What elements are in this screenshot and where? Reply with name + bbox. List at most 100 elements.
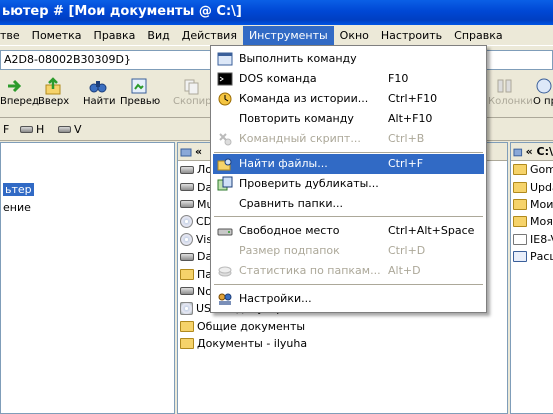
copy-button[interactable]: Скопир.	[173, 77, 215, 115]
drive-icon	[180, 148, 192, 156]
copy-label: Скопир.	[173, 96, 215, 107]
free-space-icon	[217, 228, 233, 236]
dos-prompt-icon	[217, 72, 233, 86]
menu-item-label: Выполнить команду	[239, 52, 357, 65]
right-file-panel[interactable]: « C:\ Gom Upda Мои Моя IE8-V Расш	[510, 142, 553, 414]
hard-disk-icon	[180, 252, 194, 261]
list-item[interactable]: IE8-V	[511, 231, 553, 248]
drive-button[interactable]: V	[58, 123, 82, 136]
forward-label: Вперед	[0, 96, 39, 107]
menu-mark[interactable]: Пометка	[26, 26, 88, 45]
duplicates-icon	[217, 176, 233, 191]
up-arrow-icon	[45, 77, 61, 95]
list-item-label: Upda	[530, 180, 553, 194]
find-button[interactable]: Найти	[83, 77, 115, 115]
folder-icon	[513, 181, 527, 193]
list-item[interactable]: Документы - ilyuha	[178, 335, 507, 352]
drive-letter: V	[74, 123, 82, 136]
menu-item-shortcut: Ctrl+Alt+Space	[388, 224, 475, 237]
menu-window[interactable]: Окно	[334, 26, 375, 45]
menu-item-dos-command[interactable]: DOS команда F10	[213, 69, 484, 89]
menu-item-find-files[interactable]: Найти файлы... Ctrl+F	[213, 154, 484, 174]
menu-item-label: DOS команда	[239, 72, 317, 85]
tree-item[interactable]: ение	[1, 198, 174, 215]
usb-camera-icon	[180, 302, 193, 316]
list-item-label: Мои	[530, 197, 553, 211]
info-icon	[536, 78, 552, 94]
menu-file[interactable]: тве	[0, 26, 26, 45]
menu-item-free-space[interactable]: Свободное место Ctrl+Alt+Space	[213, 221, 484, 241]
menu-separator	[214, 152, 483, 153]
menu-actions[interactable]: Действия	[176, 26, 243, 45]
tree-item-label: ение	[3, 200, 31, 214]
menu-item-settings[interactable]: Настройки...	[213, 289, 484, 309]
stats-icon	[218, 266, 232, 277]
list-item-label: IE8-V	[530, 232, 553, 246]
list-item[interactable]: Upda	[511, 178, 553, 195]
list-item[interactable]: Мои	[511, 196, 553, 213]
list-item-label: Моя	[530, 215, 553, 229]
drive-letter: H	[36, 123, 45, 136]
window-title: ьютер # [Мои документы @ C:\]	[2, 4, 242, 19]
menu-item-label: Найти файлы...	[239, 157, 328, 170]
menu-item-subfolder-size[interactable]: Размер подпапок Ctrl+D	[213, 241, 484, 261]
cd-drive-icon	[180, 232, 193, 246]
history-icon	[218, 92, 232, 106]
drive-icon	[513, 148, 523, 156]
menu-item-shortcut: Ctrl+F	[388, 157, 424, 170]
hard-disk-icon	[180, 200, 194, 209]
menu-item-label: Сравнить папки...	[239, 197, 344, 210]
menu-item-folder-stats[interactable]: Статистика по папкам... Alt+D	[213, 261, 484, 281]
about-label: О пр	[533, 96, 553, 107]
menu-item-check-duplicates[interactable]: Проверить дубликаты...	[213, 174, 484, 194]
menu-view[interactable]: Вид	[141, 26, 175, 45]
run-command-icon	[217, 52, 233, 66]
menu-tools[interactable]: Инструменты	[242, 25, 334, 45]
drive-button[interactable]: F	[3, 123, 9, 136]
menu-help[interactable]: Справка	[448, 26, 508, 45]
preview-label: Превью	[120, 96, 161, 107]
menu-item-shortcut: Ctrl+B	[388, 132, 425, 145]
list-item[interactable]: Gom	[511, 161, 553, 178]
menu-item-label: Проверить дубликаты...	[239, 177, 379, 190]
list-item[interactable]: Общие документы	[178, 318, 507, 335]
hard-disk-icon	[180, 165, 194, 174]
settings-icon	[218, 293, 232, 305]
menu-item-label: Свободное место	[239, 224, 340, 237]
hard-disk-icon	[58, 126, 71, 133]
columns-button[interactable]: Колонки	[488, 77, 533, 115]
folder-icon	[513, 164, 527, 176]
up-button[interactable]: Вверх	[38, 77, 70, 115]
menu-item-shortcut: F10	[388, 72, 409, 85]
find-files-icon	[217, 158, 232, 171]
drive-button[interactable]: H	[20, 123, 44, 136]
tools-menu: Выполнить команду DOS команда F10 Команд…	[210, 45, 487, 313]
list-item[interactable]: Расш	[511, 248, 553, 265]
about-button[interactable]: О пр	[533, 77, 553, 115]
forward-button[interactable]: Вперед	[0, 77, 39, 115]
left-tree-panel[interactable]: ьтер ение	[0, 142, 175, 414]
network-drive-icon	[180, 287, 194, 296]
menu-item-shortcut: Alt+D	[388, 264, 421, 277]
menu-item-run-command[interactable]: Выполнить команду	[213, 49, 484, 69]
menu-item-compare-folders[interactable]: Сравнить папки...	[213, 194, 484, 214]
menu-item-shortcut: Alt+F10	[388, 112, 433, 125]
menu-item-shortcut: Ctrl+F10	[388, 92, 438, 105]
menu-item-repeat-command[interactable]: Повторить команду Alt+F10	[213, 109, 484, 129]
folder-icon	[180, 338, 194, 350]
panel-header: « C:\	[511, 143, 553, 161]
columns-label: Колонки	[488, 96, 533, 107]
cd-drive-icon	[180, 215, 193, 229]
preview-button[interactable]: Превью	[120, 77, 161, 115]
menu-edit[interactable]: Правка	[88, 26, 142, 45]
binoculars-icon	[89, 81, 107, 93]
hard-disk-icon	[20, 126, 33, 133]
menu-item-command-script[interactable]: Командный скрипт... Ctrl+B	[213, 129, 484, 149]
script-icon	[219, 133, 232, 146]
menu-item-command-history[interactable]: Команда из истории... Ctrl+F10	[213, 89, 484, 109]
title-bar: ьютер # [Мои документы @ C:\]	[0, 0, 553, 25]
list-item[interactable]: Моя	[511, 213, 553, 230]
tree-item[interactable]: ьтер	[1, 181, 174, 198]
menu-customize[interactable]: Настроить	[375, 26, 448, 45]
up-label: Вверх	[38, 96, 70, 107]
